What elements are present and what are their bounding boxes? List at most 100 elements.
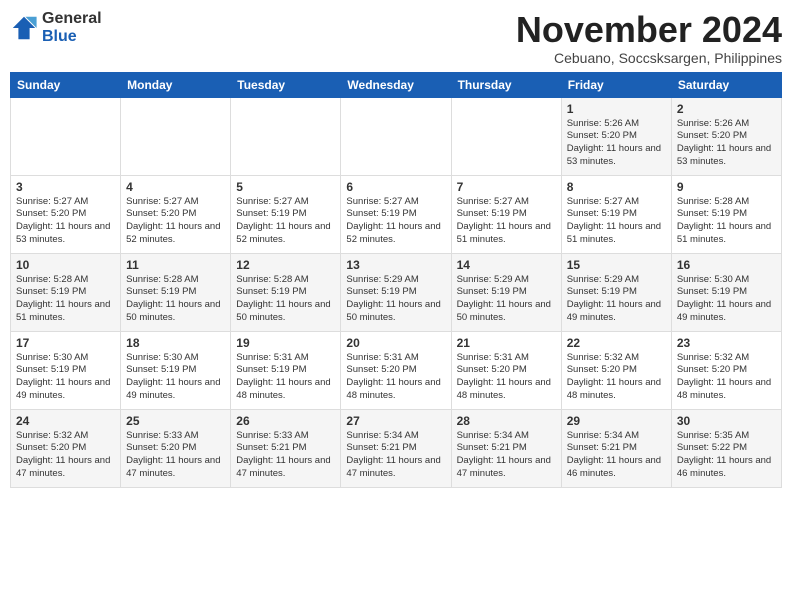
logo-blue: Blue bbox=[42, 28, 77, 45]
day-info: Sunrise: 5:26 AM Sunset: 5:20 PM Dayligh… bbox=[567, 118, 666, 169]
day-number: 13 bbox=[346, 258, 445, 272]
month-title: November 2024 bbox=[516, 10, 782, 50]
calendar-cell: 28 Sunrise: 5:34 AM Sunset: 5:21 PM Dayli… bbox=[451, 409, 561, 487]
day-number: 23 bbox=[677, 336, 776, 350]
day-info: Sunrise: 5:33 AM Sunset: 5:20 PM Dayligh… bbox=[126, 430, 225, 481]
calendar-cell bbox=[451, 97, 561, 175]
title-block: November 2024 Cebuano, Soccsksargen, Phi… bbox=[516, 10, 782, 66]
calendar-cell: 30 Sunrise: 5:35 AM Sunset: 5:22 PM Dayli… bbox=[671, 409, 781, 487]
day-info: Sunrise: 5:33 AM Sunset: 5:21 PM Dayligh… bbox=[236, 430, 335, 481]
day-info: Sunrise: 5:27 AM Sunset: 5:19 PM Dayligh… bbox=[457, 196, 556, 247]
calendar-table: SundayMondayTuesdayWednesdayThursdayFrid… bbox=[10, 72, 782, 488]
logo: General Blue bbox=[10, 10, 102, 45]
day-number: 30 bbox=[677, 414, 776, 428]
day-number: 9 bbox=[677, 180, 776, 194]
weekday-header-sunday: Sunday bbox=[11, 72, 121, 97]
day-number: 17 bbox=[16, 336, 115, 350]
weekday-header-saturday: Saturday bbox=[671, 72, 781, 97]
calendar-cell: 22 Sunrise: 5:32 AM Sunset: 5:20 PM Dayli… bbox=[561, 331, 671, 409]
day-number: 25 bbox=[126, 414, 225, 428]
day-number: 22 bbox=[567, 336, 666, 350]
day-number: 15 bbox=[567, 258, 666, 272]
calendar-cell: 1 Sunrise: 5:26 AM Sunset: 5:20 PM Daylig… bbox=[561, 97, 671, 175]
calendar-cell: 9 Sunrise: 5:28 AM Sunset: 5:19 PM Daylig… bbox=[671, 175, 781, 253]
calendar-cell: 2Sunrise: 5:26 AM Sunset: 5:20 PM Daylig… bbox=[671, 97, 781, 175]
calendar-week-3: 10 Sunrise: 5:28 AM Sunset: 5:19 PM Dayli… bbox=[11, 253, 782, 331]
calendar-cell: 25 Sunrise: 5:33 AM Sunset: 5:20 PM Dayli… bbox=[121, 409, 231, 487]
calendar-header-row: SundayMondayTuesdayWednesdayThursdayFrid… bbox=[11, 72, 782, 97]
day-number: 7 bbox=[457, 180, 556, 194]
day-number: 16 bbox=[677, 258, 776, 272]
calendar-cell: 13 Sunrise: 5:29 AM Sunset: 5:19 PM Dayli… bbox=[341, 253, 451, 331]
day-number: 28 bbox=[457, 414, 556, 428]
day-info: Sunrise: 5:34 AM Sunset: 5:21 PM Dayligh… bbox=[457, 430, 556, 481]
calendar-cell: 19Sunrise: 5:31 AM Sunset: 5:19 PM Dayli… bbox=[231, 331, 341, 409]
day-number: 29 bbox=[567, 414, 666, 428]
calendar-cell: 21Sunrise: 5:31 AM Sunset: 5:20 PM Dayli… bbox=[451, 331, 561, 409]
calendar-cell: 5 Sunrise: 5:27 AM Sunset: 5:19 PM Daylig… bbox=[231, 175, 341, 253]
day-info: Sunrise: 5:31 AM Sunset: 5:20 PM Dayligh… bbox=[457, 352, 556, 403]
calendar-week-5: 24 Sunrise: 5:32 AM Sunset: 5:20 PM Dayli… bbox=[11, 409, 782, 487]
day-number: 8 bbox=[567, 180, 666, 194]
day-info: Sunrise: 5:35 AM Sunset: 5:22 PM Dayligh… bbox=[677, 430, 776, 481]
weekday-header-friday: Friday bbox=[561, 72, 671, 97]
day-info: Sunrise: 5:30 AM Sunset: 5:19 PM Dayligh… bbox=[126, 352, 225, 403]
day-number: 12 bbox=[236, 258, 335, 272]
logo-text: General Blue bbox=[42, 10, 102, 45]
calendar-cell: 12 Sunrise: 5:28 AM Sunset: 5:19 PM Dayli… bbox=[231, 253, 341, 331]
day-info: Sunrise: 5:34 AM Sunset: 5:21 PM Dayligh… bbox=[346, 430, 445, 481]
calendar-week-2: 3 Sunrise: 5:27 AM Sunset: 5:20 PM Daylig… bbox=[11, 175, 782, 253]
day-info: Sunrise: 5:28 AM Sunset: 5:19 PM Dayligh… bbox=[126, 274, 225, 325]
calendar-cell: 3Sunrise: 5:27 AM Sunset: 5:20 PM Daylig… bbox=[11, 175, 121, 253]
day-number: 20 bbox=[346, 336, 445, 350]
weekday-header-thursday: Thursday bbox=[451, 72, 561, 97]
day-info: Sunrise: 5:28 AM Sunset: 5:19 PM Dayligh… bbox=[677, 196, 776, 247]
day-number: 18 bbox=[126, 336, 225, 350]
calendar-cell: 8Sunrise: 5:27 AM Sunset: 5:19 PM Daylig… bbox=[561, 175, 671, 253]
weekday-header-wednesday: Wednesday bbox=[341, 72, 451, 97]
day-info: Sunrise: 5:28 AM Sunset: 5:19 PM Dayligh… bbox=[236, 274, 335, 325]
calendar-cell: 26 Sunrise: 5:33 AM Sunset: 5:21 PM Dayli… bbox=[231, 409, 341, 487]
calendar-cell: 10 Sunrise: 5:28 AM Sunset: 5:19 PM Dayli… bbox=[11, 253, 121, 331]
calendar-cell: 24 Sunrise: 5:32 AM Sunset: 5:20 PM Dayli… bbox=[11, 409, 121, 487]
day-number: 14 bbox=[457, 258, 556, 272]
day-info: Sunrise: 5:30 AM Sunset: 5:19 PM Dayligh… bbox=[677, 274, 776, 325]
day-info: Sunrise: 5:29 AM Sunset: 5:19 PM Dayligh… bbox=[457, 274, 556, 325]
day-info: Sunrise: 5:32 AM Sunset: 5:20 PM Dayligh… bbox=[677, 352, 776, 403]
day-info: Sunrise: 5:32 AM Sunset: 5:20 PM Dayligh… bbox=[16, 430, 115, 481]
calendar-cell: 18 Sunrise: 5:30 AM Sunset: 5:19 PM Dayli… bbox=[121, 331, 231, 409]
day-info: Sunrise: 5:32 AM Sunset: 5:20 PM Dayligh… bbox=[567, 352, 666, 403]
weekday-header-tuesday: Tuesday bbox=[231, 72, 341, 97]
calendar-cell bbox=[231, 97, 341, 175]
day-info: Sunrise: 5:29 AM Sunset: 5:19 PM Dayligh… bbox=[346, 274, 445, 325]
day-info: Sunrise: 5:30 AM Sunset: 5:19 PM Dayligh… bbox=[16, 352, 115, 403]
calendar-cell: 20 Sunrise: 5:31 AM Sunset: 5:20 PM Dayli… bbox=[341, 331, 451, 409]
day-number: 2 bbox=[677, 102, 776, 116]
calendar-cell: 11 Sunrise: 5:28 AM Sunset: 5:19 PM Dayli… bbox=[121, 253, 231, 331]
day-number: 1 bbox=[567, 102, 666, 116]
day-number: 19 bbox=[236, 336, 335, 350]
day-info: Sunrise: 5:28 AM Sunset: 5:19 PM Dayligh… bbox=[16, 274, 115, 325]
calendar-cell: 16 Sunrise: 5:30 AM Sunset: 5:19 PM Dayli… bbox=[671, 253, 781, 331]
calendar-cell: 15Sunrise: 5:29 AM Sunset: 5:19 PM Dayli… bbox=[561, 253, 671, 331]
calendar-cell: 4 Sunrise: 5:27 AM Sunset: 5:20 PM Daylig… bbox=[121, 175, 231, 253]
day-info: Sunrise: 5:31 AM Sunset: 5:20 PM Dayligh… bbox=[346, 352, 445, 403]
day-number: 10 bbox=[16, 258, 115, 272]
calendar-week-1: 1 Sunrise: 5:26 AM Sunset: 5:20 PM Daylig… bbox=[11, 97, 782, 175]
calendar-cell bbox=[121, 97, 231, 175]
day-info: Sunrise: 5:27 AM Sunset: 5:20 PM Dayligh… bbox=[126, 196, 225, 247]
day-info: Sunrise: 5:27 AM Sunset: 5:19 PM Dayligh… bbox=[236, 196, 335, 247]
calendar-cell: 29Sunrise: 5:34 AM Sunset: 5:21 PM Dayli… bbox=[561, 409, 671, 487]
day-number: 11 bbox=[126, 258, 225, 272]
day-number: 26 bbox=[236, 414, 335, 428]
day-number: 24 bbox=[16, 414, 115, 428]
day-number: 5 bbox=[236, 180, 335, 194]
day-number: 3 bbox=[16, 180, 115, 194]
day-number: 4 bbox=[126, 180, 225, 194]
calendar-cell: 23 Sunrise: 5:32 AM Sunset: 5:20 PM Dayli… bbox=[671, 331, 781, 409]
logo-icon bbox=[10, 14, 38, 42]
calendar-cell: 14 Sunrise: 5:29 AM Sunset: 5:19 PM Dayli… bbox=[451, 253, 561, 331]
day-info: Sunrise: 5:27 AM Sunset: 5:19 PM Dayligh… bbox=[346, 196, 445, 247]
weekday-header-monday: Monday bbox=[121, 72, 231, 97]
logo-general: General bbox=[42, 10, 102, 27]
